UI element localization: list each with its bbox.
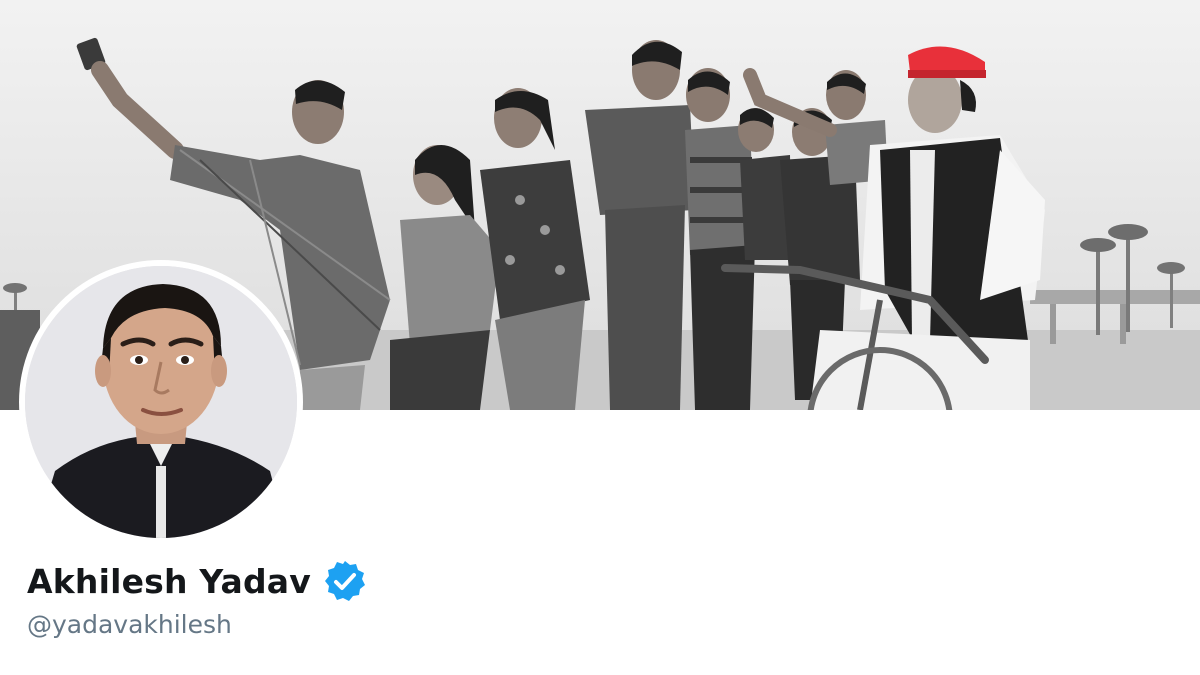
name-row: Akhilesh Yadav <box>27 556 367 606</box>
verified-badge-icon <box>323 559 367 603</box>
avatar-photo <box>25 266 297 538</box>
profile-handle: @yadavakhilesh <box>27 610 232 639</box>
display-name: Akhilesh Yadav <box>27 561 311 601</box>
profile-header: Akhilesh Yadav @yadavakhilesh <box>0 0 1200 675</box>
profile-avatar[interactable] <box>19 260 303 544</box>
